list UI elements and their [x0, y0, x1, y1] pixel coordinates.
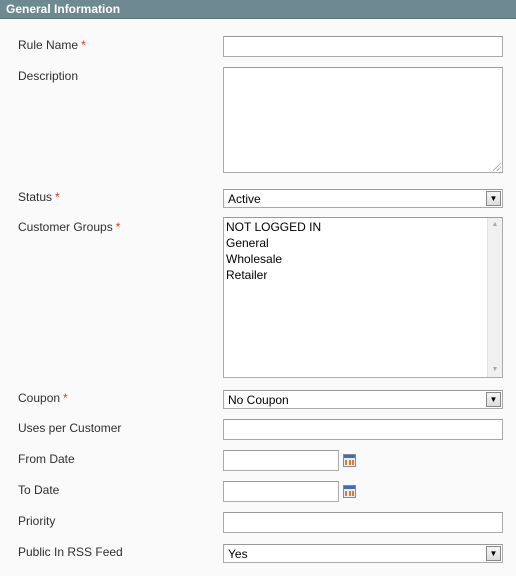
customer-group-option[interactable]: Wholesale	[226, 251, 282, 267]
uses-per-customer-input[interactable]	[223, 419, 503, 440]
required-marker: *	[63, 391, 68, 405]
scroll-up-icon[interactable]: ▲	[488, 218, 502, 232]
resize-grip-icon[interactable]	[493, 163, 501, 171]
coupon-value: No Coupon	[228, 393, 289, 407]
priority-label: Priority	[18, 514, 56, 528]
coupon-label: Coupon *	[18, 391, 68, 405]
description-textarea[interactable]	[223, 67, 503, 173]
rss-feed-label: Public In RSS Feed	[18, 545, 123, 559]
required-marker: *	[115, 220, 121, 234]
customer-group-option[interactable]: NOT LOGGED IN	[226, 219, 321, 235]
required-marker: *	[81, 38, 86, 52]
status-label: Status *	[18, 190, 60, 204]
uses-per-customer-label: Uses per Customer	[18, 421, 122, 435]
chevron-down-icon[interactable]: ▼	[486, 191, 501, 206]
from-date-label: From Date	[18, 452, 75, 466]
to-date-label: To Date	[18, 483, 60, 497]
chevron-down-icon[interactable]: ▼	[486, 392, 501, 407]
required-marker: *	[55, 190, 60, 204]
calendar-icon[interactable]	[343, 454, 356, 467]
rule-name-label: Rule Name *	[18, 38, 86, 52]
priority-input[interactable]	[223, 512, 503, 533]
customer-groups-label: Customer Groups *	[18, 220, 121, 234]
status-select[interactable]: Active ▼	[223, 189, 503, 208]
customer-group-option[interactable]: General	[226, 235, 269, 251]
rss-feed-select[interactable]: Yes ▼	[223, 544, 503, 563]
calendar-icon[interactable]	[343, 485, 356, 498]
coupon-select[interactable]: No Coupon ▼	[223, 390, 503, 409]
section-header: General Information	[0, 0, 516, 19]
from-date-input[interactable]	[223, 450, 339, 471]
customer-group-option[interactable]: Retailer	[226, 267, 267, 283]
rule-name-input[interactable]	[223, 36, 503, 57]
status-value: Active	[228, 192, 261, 206]
rss-feed-value: Yes	[228, 547, 248, 561]
scrollbar[interactable]: ▲ ▼	[487, 218, 502, 377]
scroll-down-icon[interactable]: ▼	[488, 363, 502, 377]
customer-groups-multiselect[interactable]: NOT LOGGED IN General Wholesale Retailer…	[223, 217, 503, 378]
chevron-down-icon[interactable]: ▼	[486, 546, 501, 561]
section-title: General Information	[6, 2, 121, 16]
description-label: Description	[18, 69, 79, 83]
to-date-input[interactable]	[223, 481, 339, 502]
